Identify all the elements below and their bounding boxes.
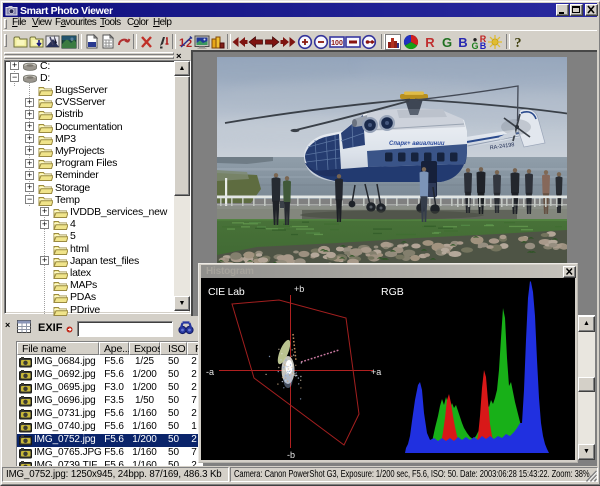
svg-text:RGB: RGB	[381, 286, 404, 298]
svg-text:B: B	[458, 35, 467, 50]
svg-text:?: ?	[515, 36, 522, 50]
svg-text:CIE Lab: CIE Lab	[208, 286, 245, 298]
svg-text:Спарк+ авиалинии: Спарк+ авиалинии	[389, 141, 445, 147]
svg-text:G: G	[471, 41, 478, 50]
svg-text:G: G	[442, 35, 452, 50]
svg-text:+b: +b	[294, 284, 304, 294]
svg-text:B: B	[480, 41, 487, 50]
svg-text:-b: -b	[287, 450, 295, 460]
svg-text:+a: +a	[371, 367, 381, 377]
svg-text:R: R	[425, 35, 435, 50]
svg-text:100: 100	[331, 40, 343, 47]
svg-text:-a: -a	[206, 367, 214, 377]
